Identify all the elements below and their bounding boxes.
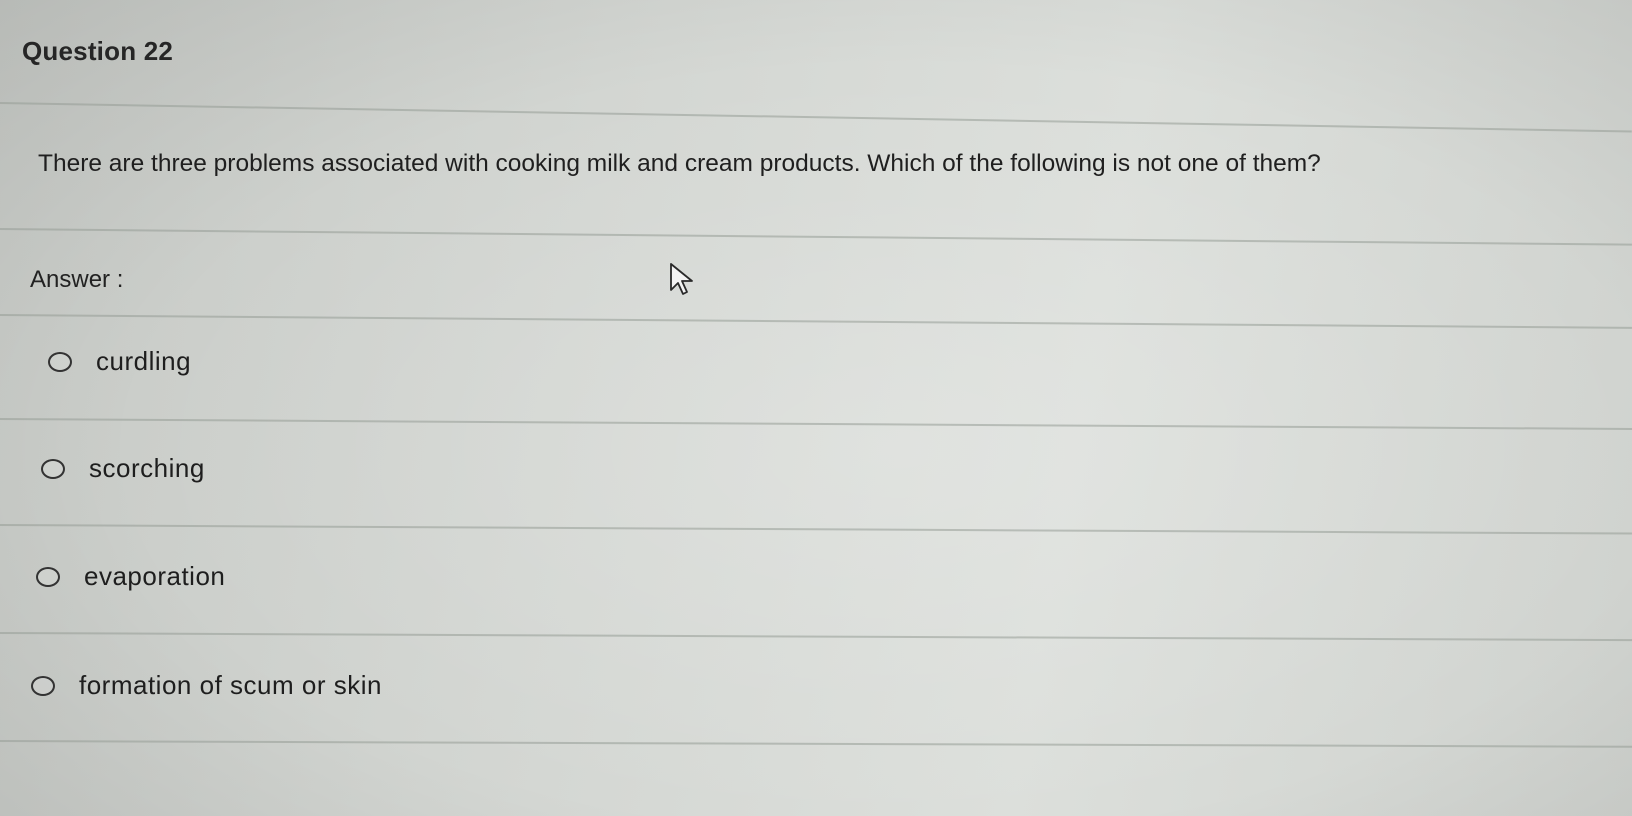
option-evaporation[interactable]: evaporation <box>36 561 225 592</box>
radio-button-icon[interactable] <box>36 566 60 587</box>
option-label: evaporation <box>84 561 226 591</box>
divider <box>0 314 1632 329</box>
option-label: formation of scum or skin <box>79 670 382 700</box>
divider <box>0 102 1632 133</box>
radio-button-icon[interactable] <box>41 458 65 479</box>
divider <box>0 418 1632 430</box>
divider <box>0 632 1632 642</box>
divider <box>0 228 1632 246</box>
radio-button-icon[interactable] <box>31 675 55 696</box>
option-label: scorching <box>89 453 205 483</box>
option-label: curdling <box>96 346 192 376</box>
divider <box>0 740 1632 748</box>
radio-button-icon[interactable] <box>48 351 72 372</box>
option-formation-of-scum-or-skin[interactable]: formation of scum or skin <box>31 670 382 701</box>
question-text: There are three problems associated with… <box>38 150 1321 177</box>
answer-label: Answer : <box>30 266 124 293</box>
question-number: Question 22 <box>22 36 174 66</box>
option-curdling[interactable]: curdling <box>48 346 191 377</box>
mouse-pointer-icon <box>670 263 693 295</box>
option-scorching[interactable]: scorching <box>41 453 205 484</box>
divider <box>0 524 1632 535</box>
